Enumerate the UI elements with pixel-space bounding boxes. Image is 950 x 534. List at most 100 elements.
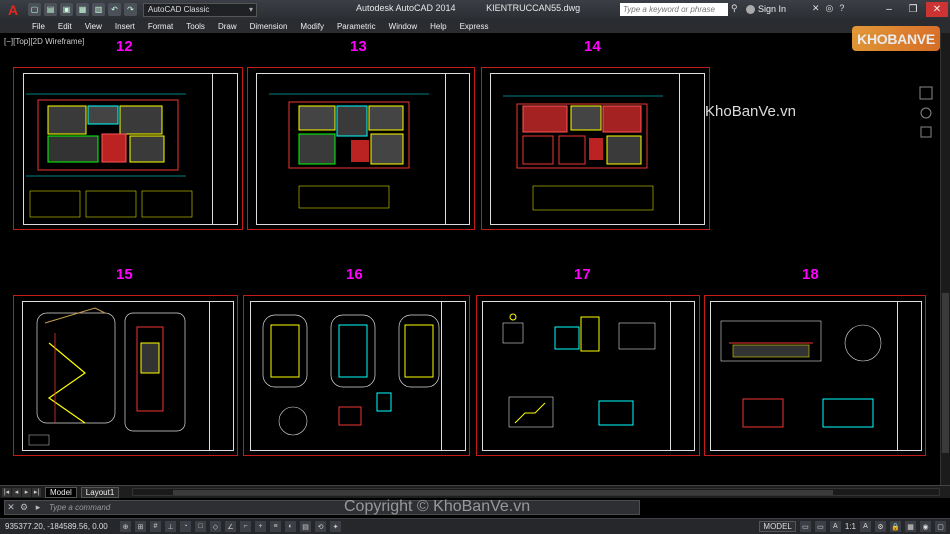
selection-cycling-icon[interactable]: ⟲ bbox=[315, 521, 326, 532]
osnap-icon[interactable]: □ bbox=[195, 521, 206, 532]
menu-modify[interactable]: Modify bbox=[300, 22, 324, 31]
menu-window[interactable]: Window bbox=[389, 22, 417, 31]
binoculars-icon[interactable]: ⚲ bbox=[731, 3, 743, 16]
menu-file[interactable]: File bbox=[32, 22, 45, 31]
menu-view[interactable]: View bbox=[85, 22, 102, 31]
title-block bbox=[670, 302, 696, 450]
print-icon[interactable]: ▥ bbox=[92, 3, 105, 16]
annotation-visibility-icon[interactable]: A bbox=[860, 521, 871, 532]
horizontal-scrollbar[interactable] bbox=[132, 488, 940, 496]
menu-dimension[interactable]: Dimension bbox=[250, 22, 288, 31]
menu-format[interactable]: Format bbox=[148, 22, 173, 31]
last-tab-icon[interactable]: ▸| bbox=[32, 487, 41, 497]
sheet-frame bbox=[710, 301, 922, 451]
quick-view-layouts-icon[interactable]: ▭ bbox=[799, 521, 811, 532]
watermark-site-text: KhoBanVe.vn bbox=[705, 103, 796, 120]
annotation-scale-icon[interactable]: A bbox=[829, 521, 841, 532]
undo-icon[interactable]: ↶ bbox=[108, 3, 121, 16]
snap-icon[interactable]: ⊞ bbox=[135, 521, 146, 532]
3dosnap-icon[interactable]: ◇ bbox=[210, 521, 221, 532]
drawing-sheet-17[interactable] bbox=[476, 295, 700, 456]
transparency-icon[interactable]: ◐ bbox=[285, 521, 296, 532]
ortho-icon[interactable]: ⊥ bbox=[165, 521, 176, 532]
menu-draw[interactable]: Draw bbox=[218, 22, 237, 31]
floor-plan-drawing bbox=[269, 93, 429, 209]
hardware-acceleration-icon[interactable]: ▦ bbox=[905, 521, 916, 532]
window-title: Autodesk AutoCAD 2014 KIENTRUCCAN55.dwg bbox=[356, 3, 608, 13]
drawing-sheet-14[interactable] bbox=[481, 67, 710, 230]
exchange-icon[interactable]: ✕ bbox=[812, 3, 820, 14]
drawing-sheet-18[interactable] bbox=[704, 295, 926, 456]
drawing-sheet-15[interactable] bbox=[13, 295, 238, 456]
menu-help[interactable]: Help bbox=[430, 22, 446, 31]
new-icon[interactable]: ▢ bbox=[28, 3, 41, 16]
tab-layout1[interactable]: Layout1 bbox=[80, 486, 120, 498]
infer-icon[interactable]: ⊕ bbox=[120, 521, 131, 532]
scroll-thumb[interactable] bbox=[942, 293, 949, 453]
sheet-number: 13 bbox=[350, 38, 367, 55]
minimize-icon[interactable]: – bbox=[878, 2, 900, 17]
redo-icon[interactable]: ↷ bbox=[124, 3, 137, 16]
open-icon[interactable]: ▤ bbox=[44, 3, 57, 16]
menu-tools[interactable]: Tools bbox=[186, 22, 205, 31]
application-menu-button[interactable]: A bbox=[0, 0, 26, 19]
vertical-scrollbar[interactable] bbox=[940, 33, 950, 485]
title-block bbox=[445, 74, 471, 224]
sheet-number: 16 bbox=[346, 266, 363, 283]
floor-plan-drawing bbox=[503, 95, 663, 211]
quick-view-drawings-icon[interactable]: ▭ bbox=[814, 521, 826, 532]
menu-edit[interactable]: Edit bbox=[58, 22, 72, 31]
save-as-icon[interactable]: ▦ bbox=[76, 3, 89, 16]
drawing-sheet-12[interactable] bbox=[13, 67, 243, 230]
close-icon[interactable]: ✕ bbox=[5, 502, 17, 513]
chevron-down-icon: ▾ bbox=[248, 5, 253, 14]
grid-icon[interactable]: # bbox=[150, 521, 161, 532]
command-line: ✕ ⚙ ▸ Type a command bbox=[4, 500, 640, 515]
sheet-frame bbox=[22, 301, 234, 451]
annotation-monitor-icon[interactable]: ✦ bbox=[330, 521, 341, 532]
menu-express[interactable]: Express bbox=[460, 22, 489, 31]
workspace-dropdown[interactable]: AutoCAD Classic ▾ bbox=[143, 2, 257, 17]
user-icon bbox=[746, 5, 755, 15]
drawing-sheet-13[interactable] bbox=[247, 67, 475, 230]
a360-icon[interactable]: ◎ bbox=[826, 3, 834, 14]
polar-icon[interactable]: ◔ bbox=[180, 521, 191, 532]
save-icon[interactable]: ▣ bbox=[60, 3, 73, 16]
isolate-objects-icon[interactable]: ◉ bbox=[920, 521, 931, 532]
maximize-icon[interactable]: ❐ bbox=[902, 2, 924, 17]
drawing-canvas[interactable]: [−][Top][2D Wireframe] 12 13 14 15 16 17… bbox=[0, 33, 940, 485]
lineweight-icon[interactable]: ≡ bbox=[270, 521, 281, 532]
viewport-controls[interactable]: [−][Top][2D Wireframe] bbox=[4, 37, 84, 46]
window-controls: – ❐ ✕ bbox=[878, 2, 948, 17]
workspace-value: AutoCAD Classic bbox=[148, 5, 210, 14]
search-input[interactable]: Type a keyword or phrase bbox=[620, 3, 728, 16]
drawing-sheet-16[interactable] bbox=[243, 295, 470, 456]
dyn-icon[interactable]: + bbox=[255, 521, 266, 532]
sheet-frame bbox=[490, 73, 705, 225]
lock-icon[interactable]: 🔒 bbox=[890, 521, 901, 532]
annotation-scale-value[interactable]: 1:1 bbox=[845, 522, 856, 531]
model-space-button[interactable]: MODEL bbox=[759, 521, 796, 532]
prev-tab-icon[interactable]: ◂ bbox=[12, 487, 21, 497]
navigation-bar[interactable] bbox=[916, 83, 936, 153]
sign-in-button[interactable]: Sign In bbox=[746, 4, 786, 15]
command-input[interactable]: Type a command bbox=[45, 503, 110, 512]
watermark-copyright: Copyright © KhoBanVe.vn bbox=[344, 498, 531, 515]
close-icon[interactable]: ✕ bbox=[926, 2, 948, 17]
clean-screen-icon[interactable]: ▢ bbox=[935, 521, 946, 532]
workspace-switch-icon[interactable]: ⚙ bbox=[875, 521, 886, 532]
quick-properties-icon[interactable]: ▤ bbox=[300, 521, 311, 532]
menu-parametric[interactable]: Parametric bbox=[337, 22, 376, 31]
sheet-number: 18 bbox=[802, 266, 819, 283]
help-icon[interactable]: ? bbox=[839, 3, 844, 14]
scroll-thumb[interactable] bbox=[173, 490, 833, 495]
tab-model[interactable]: Model bbox=[45, 486, 77, 498]
wrench-icon[interactable]: ⚙ bbox=[17, 502, 31, 513]
menu-insert[interactable]: Insert bbox=[115, 22, 135, 31]
drafting-tools: ⊕ ⊞ # ⊥ ◔ □ ◇ ∠ ⌐ + ≡ ◐ ▤ ⟲ ✦ bbox=[120, 521, 341, 532]
otrack-icon[interactable]: ∠ bbox=[225, 521, 236, 532]
first-tab-icon[interactable]: |◂ bbox=[2, 487, 11, 497]
ducs-icon[interactable]: ⌐ bbox=[240, 521, 251, 532]
sheet-frame bbox=[23, 73, 238, 225]
next-tab-icon[interactable]: ▸ bbox=[22, 487, 31, 497]
